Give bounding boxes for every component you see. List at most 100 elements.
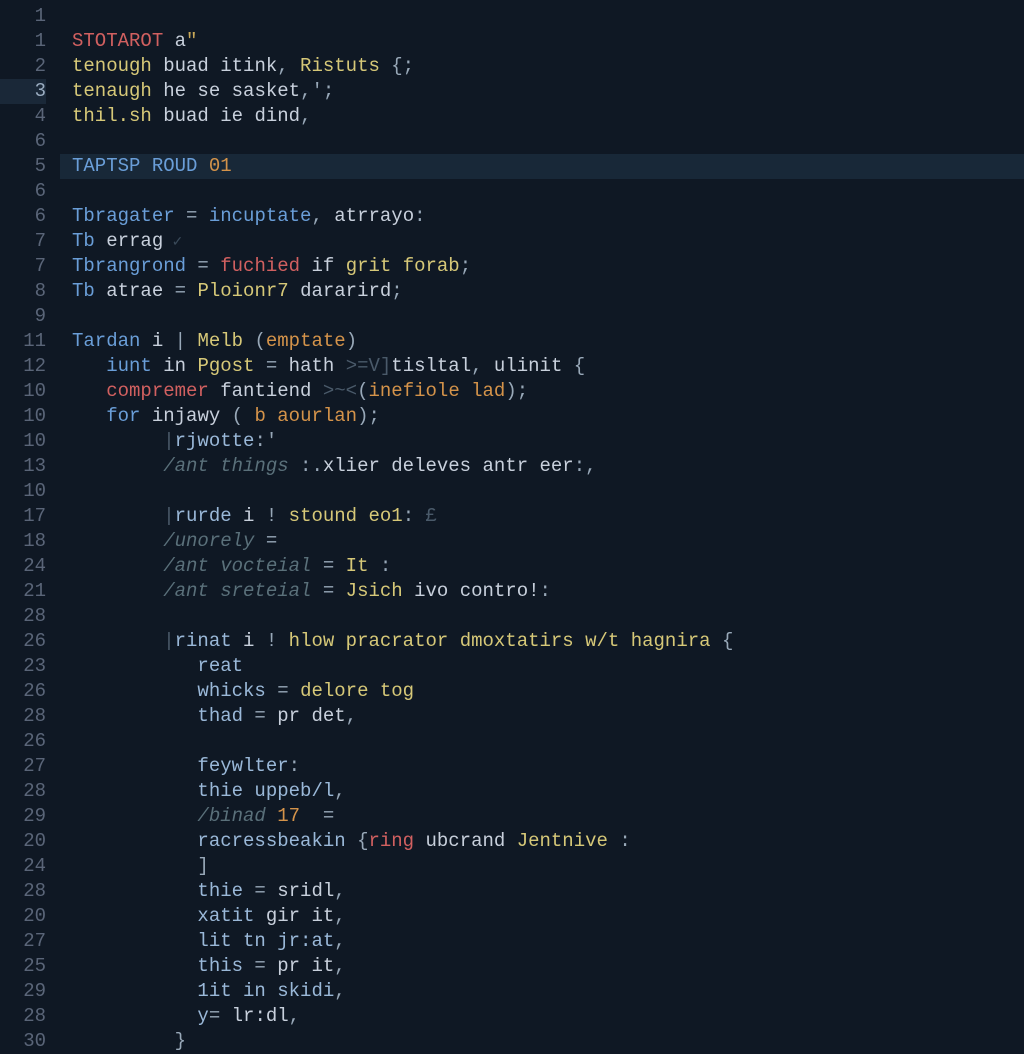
- token: Tb: [72, 230, 95, 252]
- code-line[interactable]: /unorely =: [60, 529, 1024, 554]
- token: /ant things: [163, 455, 300, 477]
- token: >~<: [323, 380, 357, 402]
- token: atrrayo: [323, 205, 414, 227]
- token: fantiend: [209, 380, 323, 402]
- code-line[interactable]: Tb errag ✓: [60, 229, 1024, 254]
- line-number: 26: [0, 679, 46, 704]
- token: {: [722, 630, 733, 652]
- code-line[interactable]: feywlter:: [60, 754, 1024, 779]
- code-line[interactable]: Tbragater = incuptate, atrrayo:: [60, 204, 1024, 229]
- code-line[interactable]: y= lr:dl,: [60, 1004, 1024, 1029]
- code-line[interactable]: compremer fantiend >~<(inefiole lad);: [60, 379, 1024, 404]
- token: [72, 380, 106, 402]
- token: hlow pracrator dmoxtatirs w/t hagnira: [277, 630, 722, 652]
- token: :: [380, 555, 391, 577]
- token: {: [357, 830, 368, 852]
- token: }: [175, 1030, 186, 1052]
- code-line[interactable]: thie uppeb/l,: [60, 779, 1024, 804]
- code-line[interactable]: thie = sridl,: [60, 879, 1024, 904]
- code-line[interactable]: reat: [60, 654, 1024, 679]
- token: sridl: [277, 880, 334, 902]
- line-number: 9: [0, 304, 46, 329]
- code-line[interactable]: tenough buad itink, Ristuts {;: [60, 54, 1024, 79]
- code-line[interactable]: /ant things :.xlier deleves antr eer:,: [60, 454, 1024, 479]
- token: (: [357, 380, 368, 402]
- token: /ant vocteial: [163, 555, 311, 577]
- token: [72, 405, 106, 427]
- token: [72, 655, 197, 677]
- code-line[interactable]: STOTAROT a": [60, 29, 1024, 54]
- token: ,: [346, 705, 357, 727]
- token: emptate: [266, 330, 346, 352]
- line-number: 24: [0, 554, 46, 579]
- token: b aourlan: [243, 405, 357, 427]
- code-line[interactable]: Tbrangrond = fuchied if grit forab;: [60, 254, 1024, 279]
- token: feywlter: [197, 755, 288, 777]
- token: [72, 1030, 175, 1052]
- token: STOTAROT: [72, 30, 163, 52]
- token: ,: [471, 355, 482, 377]
- token: =: [254, 530, 277, 552]
- token: Tb: [72, 280, 95, 302]
- code-line[interactable]: [60, 4, 1024, 29]
- code-line[interactable]: whicks = delore tog: [60, 679, 1024, 704]
- code-line[interactable]: [60, 129, 1024, 154]
- line-number: 3: [0, 79, 46, 104]
- code-line[interactable]: /ant sreteial = Jsich ivo contro!:: [60, 579, 1024, 604]
- token: ;: [460, 255, 471, 277]
- code-line[interactable]: for injawy ( b aourlan);: [60, 404, 1024, 429]
- code-line[interactable]: xatit gir it,: [60, 904, 1024, 929]
- line-number: 8: [0, 279, 46, 304]
- token: ,: [334, 930, 345, 952]
- code-line[interactable]: thil.sh buad ie dind,: [60, 104, 1024, 129]
- token: compremer: [106, 380, 209, 402]
- token: he se sasket: [152, 80, 300, 102]
- code-line[interactable]: TAPTSP ROUD 01: [60, 154, 1024, 179]
- code-line[interactable]: |rurde i ! stound eo1: £: [60, 504, 1024, 529]
- code-line[interactable]: Tb atrae = Ploionr7 dararird;: [60, 279, 1024, 304]
- code-line[interactable]: racressbeakin {ring ubcrand Jentnive :: [60, 829, 1024, 854]
- token: |: [175, 330, 186, 352]
- token: =: [186, 255, 220, 277]
- token: =: [300, 805, 334, 827]
- code-line[interactable]: }: [60, 1029, 1024, 1054]
- code-line[interactable]: /ant vocteial = It :: [60, 554, 1024, 579]
- line-number: 10: [0, 404, 46, 429]
- token: Jsich: [346, 580, 403, 602]
- token: tenaugh: [72, 80, 152, 102]
- code-line[interactable]: |rinat i ! hlow pracrator dmoxtatirs w/t…: [60, 629, 1024, 654]
- code-line[interactable]: [60, 304, 1024, 329]
- token: xlier deleves antr eer: [323, 455, 574, 477]
- code-line[interactable]: lit tn jr:at,: [60, 929, 1024, 954]
- code-line[interactable]: tenaugh he se sasket,';: [60, 79, 1024, 104]
- code-line[interactable]: /binad 17 =: [60, 804, 1024, 829]
- token: Tardan: [72, 330, 140, 352]
- token: [72, 355, 106, 377]
- code-line[interactable]: 1it in skidi,: [60, 979, 1024, 1004]
- code-line[interactable]: [60, 179, 1024, 204]
- token: i: [232, 630, 266, 652]
- code-line[interactable]: [60, 604, 1024, 629]
- code-line[interactable]: [60, 729, 1024, 754]
- token: Tbrangrond: [72, 255, 186, 277]
- line-number: 10: [0, 429, 46, 454]
- code-line[interactable]: iunt in Pgost = hath >=V]tisltal, ulinit…: [60, 354, 1024, 379]
- token: in: [152, 355, 198, 377]
- token: i: [232, 505, 266, 527]
- token: ring: [368, 830, 414, 852]
- code-editor[interactable]: 1123465667789111210101013101718242128262…: [0, 0, 1024, 1024]
- code-line[interactable]: this = pr it,: [60, 954, 1024, 979]
- code-line[interactable]: ]: [60, 854, 1024, 879]
- code-line[interactable]: |rjwotte:': [60, 429, 1024, 454]
- code-area[interactable]: STOTAROT a"tenough buad itink, Ristuts {…: [60, 0, 1024, 1024]
- line-number: 20: [0, 829, 46, 854]
- line-number: 1: [0, 4, 46, 29]
- code-line[interactable]: Tardan i | Melb (emptate): [60, 329, 1024, 354]
- token: this: [197, 955, 243, 977]
- token: ubcrand: [414, 830, 517, 852]
- token: 1it in skidi: [197, 980, 334, 1002]
- code-line[interactable]: thad = pr det,: [60, 704, 1024, 729]
- code-line[interactable]: [60, 479, 1024, 504]
- line-number: 23: [0, 654, 46, 679]
- token: delore tog: [300, 680, 414, 702]
